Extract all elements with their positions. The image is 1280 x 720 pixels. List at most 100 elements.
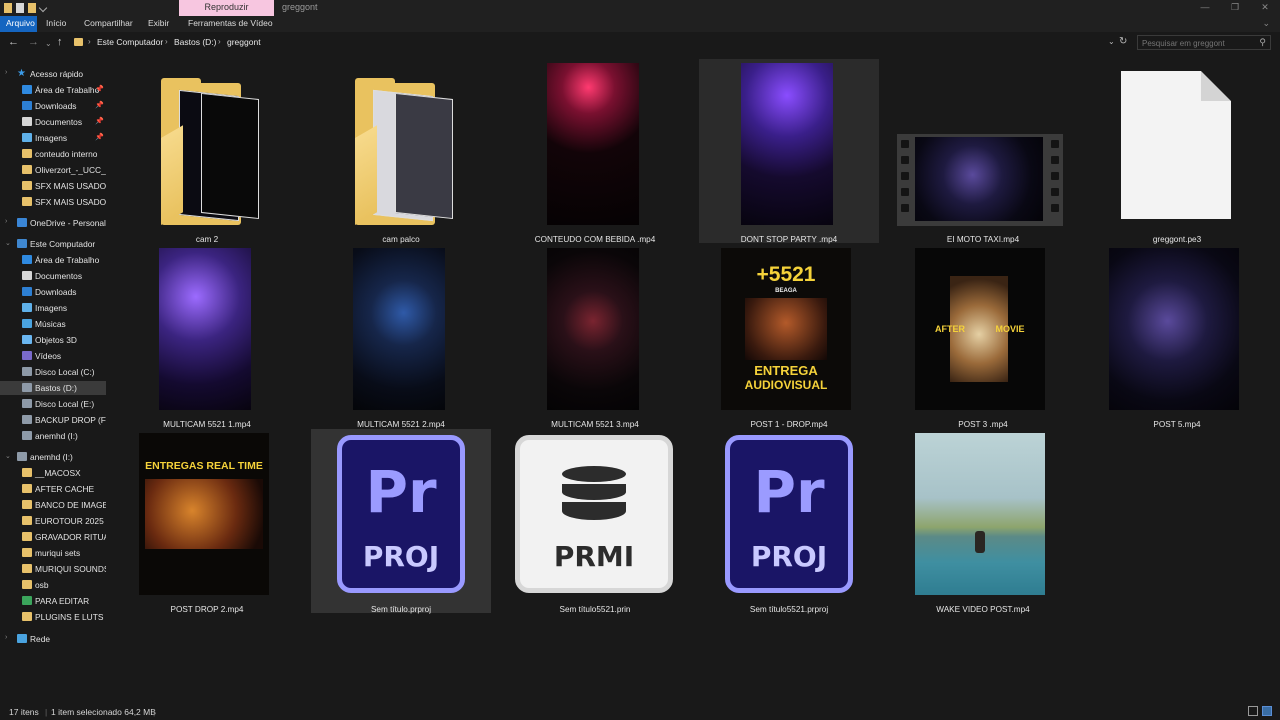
nav-item-folder[interactable]: EUROTOUR 2025 [0,514,106,528]
download-icon [22,287,32,296]
nav-quick-access[interactable]: › ★ Acesso rápido [0,67,106,81]
nav-item-folder[interactable]: BANCO DE IMAGE [0,498,106,512]
nav-item-drive-i[interactable]: anemhd (I:) [0,429,106,443]
nav-item-documents[interactable]: Documentos [0,269,106,283]
search-box[interactable]: ⚲ [1137,35,1271,50]
maximize-icon[interactable]: ❐ [1220,0,1250,16]
file-tile-video[interactable]: ENTREGAS REAL TIME POST DROP 2.mp4 [117,429,297,614]
chevron-down-icon[interactable]: ⌄ [1108,37,1115,46]
breadcrumb-this-pc[interactable]: Este Computador [97,37,163,47]
ribbon-tabs: Arquivo Início Compartilhar Exibir Ferra… [0,16,1280,32]
chevron-down-icon[interactable]: ⌄ [5,452,11,460]
new-folder-icon[interactable] [28,3,36,13]
nav-item-folder[interactable]: AFTER CACHE [0,482,106,496]
nav-item-folder[interactable]: muriqui sets [0,546,106,560]
file-tile-premiere-ingest[interactable]: PRMI Sem título5521.prin [505,429,685,614]
selection-info: 1 item selecionado 64,2 MB [51,707,156,717]
nav-item-drive-c[interactable]: Disco Local (C:) [0,365,106,379]
refresh-icon[interactable]: ↻ [1119,36,1127,47]
nav-onedrive[interactable]: › OneDrive - Personal [0,216,106,230]
nav-item-folder[interactable]: conteudo interno [0,147,106,161]
file-tile-video[interactable]: MULTICAM 5521 1.mp4 [117,244,297,429]
details-view-icon[interactable] [1248,706,1258,716]
chevron-down-icon[interactable] [38,3,48,13]
file-tile-video[interactable]: MULTICAM 5521 3.mp4 [505,244,685,429]
file-tile-video[interactable]: CONTEUDO COM BEBIDA .mp4 [505,59,685,244]
nav-label: Músicas [35,319,66,329]
nav-network[interactable]: › Rede [0,632,106,646]
pictures-icon [22,303,32,312]
nav-item-desktop[interactable]: Área de Trabalho 📌 [0,83,106,97]
file-tile-video[interactable]: DONT STOP PARTY .mp4 [699,59,879,244]
file-view[interactable]: cam 2 cam palco CONTEUDO COM BEBIDA .mp4… [106,55,1280,703]
video-thumbnail [741,63,833,225]
file-name: MULTICAM 5521 3.mp4 [551,420,639,429]
tab-file[interactable]: Arquivo [0,16,37,32]
green-folder-icon [22,596,32,605]
nav-item-3d-objects[interactable]: Objetos 3D [0,333,106,347]
close-icon[interactable]: ✕ [1250,0,1280,16]
file-name: DONT STOP PARTY .mp4 [740,235,838,244]
up-arrow-icon[interactable]: ↑ [57,36,63,48]
nav-item-folder[interactable]: GRAVADOR RITUAL [0,530,106,544]
breadcrumb-current-folder[interactable]: greggont [227,37,261,47]
nav-item-pictures[interactable]: Imagens 📌 [0,131,106,145]
chevron-down-icon[interactable]: ⌄ [1262,18,1270,29]
file-tile-folder[interactable]: cam palco [311,59,491,244]
nav-item-drive-f[interactable]: BACKUP DROP (F:) [0,413,106,427]
navigation-pane[interactable]: › ★ Acesso rápido Área de Trabalho 📌 Down… [0,62,106,702]
nav-anemhd[interactable]: ⌄ anemhd (I:) [0,450,106,464]
contextual-tab-play[interactable]: Reproduzir [179,0,274,16]
nav-item-videos[interactable]: Vídeos [0,349,106,363]
folder-icon [345,78,457,228]
properties-icon[interactable] [16,3,24,13]
nav-item-documents[interactable]: Documentos 📌 [0,115,106,129]
file-tile-premiere-project[interactable]: Pr PROJ Sem título.prproj [311,429,491,614]
nav-item-folder[interactable]: PARA EDITAR [0,594,106,608]
tab-view[interactable]: Exibir [142,16,175,32]
nav-item-desktop[interactable]: Área de Trabalho [0,253,106,267]
nav-item-music[interactable]: Músicas [0,317,106,331]
nav-item-folder[interactable]: Oliverzort_-_UCC_L [0,163,106,177]
nav-this-pc[interactable]: ⌄ Este Computador [0,237,106,251]
nav-item-drive-d[interactable]: Bastos (D:) [0,381,106,395]
nav-item-pictures[interactable]: Imagens [0,301,106,315]
chevron-right-icon[interactable]: › [5,634,7,641]
file-tile-video[interactable]: POST 5.mp4 [1087,244,1267,429]
large-icons-view-icon[interactable] [1262,706,1272,716]
nav-item-folder[interactable]: PLUGINS E LUTS [0,610,106,624]
nav-item-folder[interactable]: SFX MAIS USADOS [0,195,106,209]
nav-item-folder[interactable]: SFX MAIS USADOS [0,179,106,193]
file-name: cam 2 [195,235,219,244]
minimize-icon[interactable]: — [1190,0,1220,16]
file-tile-folder[interactable]: cam 2 [117,59,297,244]
chevron-right-icon[interactable]: › [5,218,7,225]
file-tile-video[interactable]: EI MOTO TAXI.mp4 [893,59,1073,244]
pin-icon: 📌 [95,118,104,125]
nav-label: SFX MAIS USADOS [35,181,106,191]
search-icon[interactable]: ⚲ [1259,37,1266,48]
file-tile-premiere-project[interactable]: Pr PROJ Sem título5521.prproj [699,429,879,614]
tab-share[interactable]: Compartilhar [78,16,139,32]
file-tile-video[interactable]: +5521 BEAGA ENTREGA AUDIOVISUAL POST 1 -… [699,244,879,429]
back-arrow-icon[interactable]: ← [8,36,19,48]
file-tile-video[interactable]: MULTICAM 5521 2.mp4 [311,244,491,429]
search-input[interactable] [1142,37,1252,49]
nav-item-downloads[interactable]: Downloads [0,285,106,299]
file-tile-file[interactable]: greggont.pe3 [1087,59,1267,244]
nav-item-drive-e[interactable]: Disco Local (E:) [0,397,106,411]
tab-video-tools[interactable]: Ferramentas de Vídeo [182,16,279,32]
nav-item-folder[interactable]: osb [0,578,106,592]
chevron-right-icon[interactable]: › [5,69,7,76]
nav-item-folder[interactable]: __MACOSX [0,466,106,480]
chevron-down-icon[interactable]: ⌄ [5,239,11,247]
recent-locations-icon[interactable]: ⌄ [45,38,52,50]
folder-icon[interactable] [4,3,12,13]
breadcrumb-drive[interactable]: Bastos (D:) [174,37,217,47]
tab-home[interactable]: Início [40,16,72,32]
forward-arrow-icon[interactable]: → [28,36,39,48]
file-tile-video[interactable]: WAKE VIDEO POST.mp4 [893,429,1073,614]
nav-item-downloads[interactable]: Downloads 📌 [0,99,106,113]
file-tile-video[interactable]: AFTER MOVIE POST 3 .mp4 [893,244,1073,429]
nav-item-folder[interactable]: MURIQUI SOUNDS [0,562,106,576]
